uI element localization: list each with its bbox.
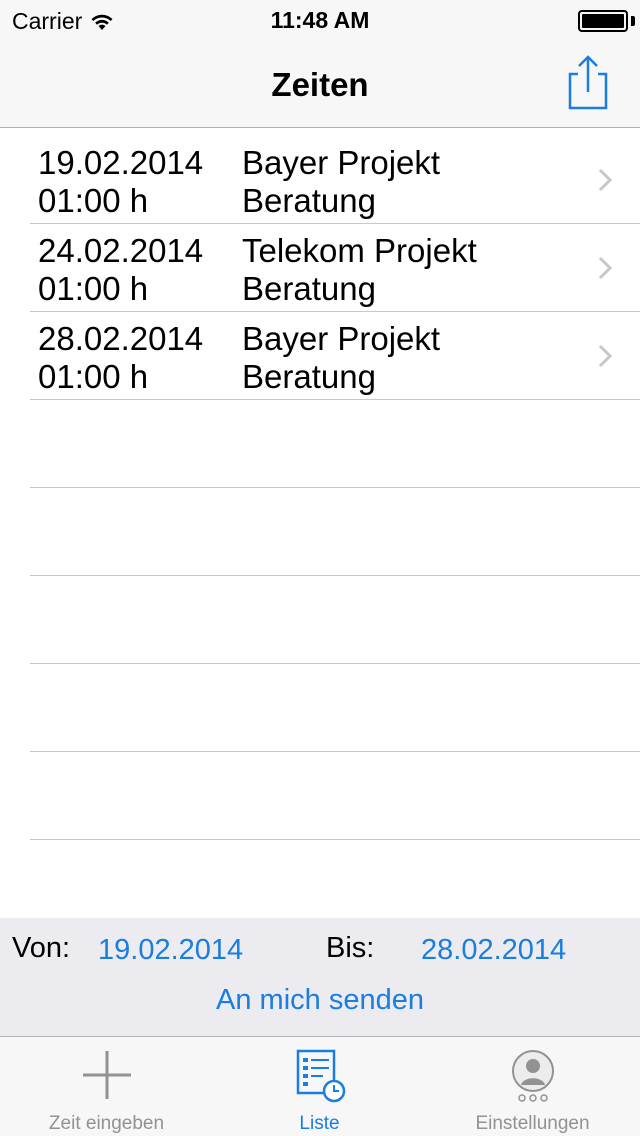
navigation-bar: Zeiten [0, 40, 640, 128]
entry-project-activity: Telekom Projekt Beratung [242, 232, 477, 308]
entry-duration: 01:00 h [38, 182, 149, 219]
tab-liste[interactable]: Liste [213, 1037, 426, 1136]
table-row[interactable]: 24.02.2014 01:00 h Telekom Projekt Berat… [30, 224, 640, 312]
entry-duration: 01:00 h [38, 358, 149, 395]
entry-project: Bayer Projekt [242, 320, 441, 357]
plus-icon [82, 1051, 131, 1099]
empty-row [30, 488, 640, 576]
user-settings-icon [511, 1050, 554, 1102]
entry-project: Telekom Projekt [242, 232, 477, 269]
send-to-me-button[interactable]: An mich senden [0, 984, 640, 1017]
tab-label: Liste [299, 1113, 340, 1134]
tab-label: Einstellungen [475, 1113, 590, 1134]
status-time: 11:48 AM [270, 7, 370, 33]
von-date-button[interactable]: 19.02.2014 [98, 934, 243, 967]
entry-activity: Beratung [242, 270, 376, 307]
date-filter-panel: Von: 19.02.2014 Bis: 28.02.2014 An mich … [0, 918, 640, 1036]
table-row[interactable]: 19.02.2014 01:00 h Bayer Projekt Beratun… [30, 136, 640, 224]
entry-duration: 01:00 h [38, 270, 149, 307]
entry-project-activity: Bayer Projekt Beratung [242, 144, 440, 220]
list-clock-icon [296, 1049, 345, 1103]
entry-date: 28.02.2014 [38, 320, 204, 357]
entry-date-duration: 24.02.2014 01:00 h [38, 232, 203, 308]
battery-tip [631, 16, 635, 26]
page-title: Zeiten [271, 66, 369, 103]
share-icon [568, 55, 608, 110]
battery-icon [578, 10, 628, 32]
empty-row [30, 400, 640, 488]
entry-activity: Beratung [242, 358, 376, 395]
entry-date-duration: 28.02.2014 01:00 h [38, 320, 203, 396]
entry-activity: Beratung [242, 182, 376, 219]
tab-label: Zeit eingeben [48, 1113, 165, 1134]
bis-date-button[interactable]: 28.02.2014 [421, 934, 566, 967]
time-entries-table: 19.02.2014 01:00 h Bayer Projekt Beratun… [0, 136, 640, 840]
empty-row [30, 752, 640, 840]
empty-row [30, 664, 640, 752]
bis-label: Bis: [326, 932, 375, 964]
chevron-right-icon [598, 168, 612, 192]
entry-date: 19.02.2014 [38, 144, 204, 181]
status-bar: Carrier 11:48 AM [0, 0, 640, 40]
chevron-right-icon [598, 256, 612, 280]
entry-date-duration: 19.02.2014 01:00 h [38, 144, 203, 220]
von-label: Von: [12, 932, 71, 964]
chevron-right-icon [598, 344, 612, 368]
empty-row [30, 576, 640, 664]
tab-zeit-eingeben[interactable]: Zeit eingeben [0, 1037, 213, 1136]
entry-project-activity: Bayer Projekt Beratung [242, 320, 440, 396]
table-row[interactable]: 28.02.2014 01:00 h Bayer Projekt Beratun… [30, 312, 640, 400]
entry-project: Bayer Projekt [242, 144, 441, 181]
entry-date: 24.02.2014 [38, 232, 204, 269]
tab-einstellungen[interactable]: Einstellungen [426, 1037, 639, 1136]
tab-bar: Zeit eingeben Liste Einstellungen [0, 1036, 640, 1136]
share-button[interactable] [564, 54, 612, 112]
